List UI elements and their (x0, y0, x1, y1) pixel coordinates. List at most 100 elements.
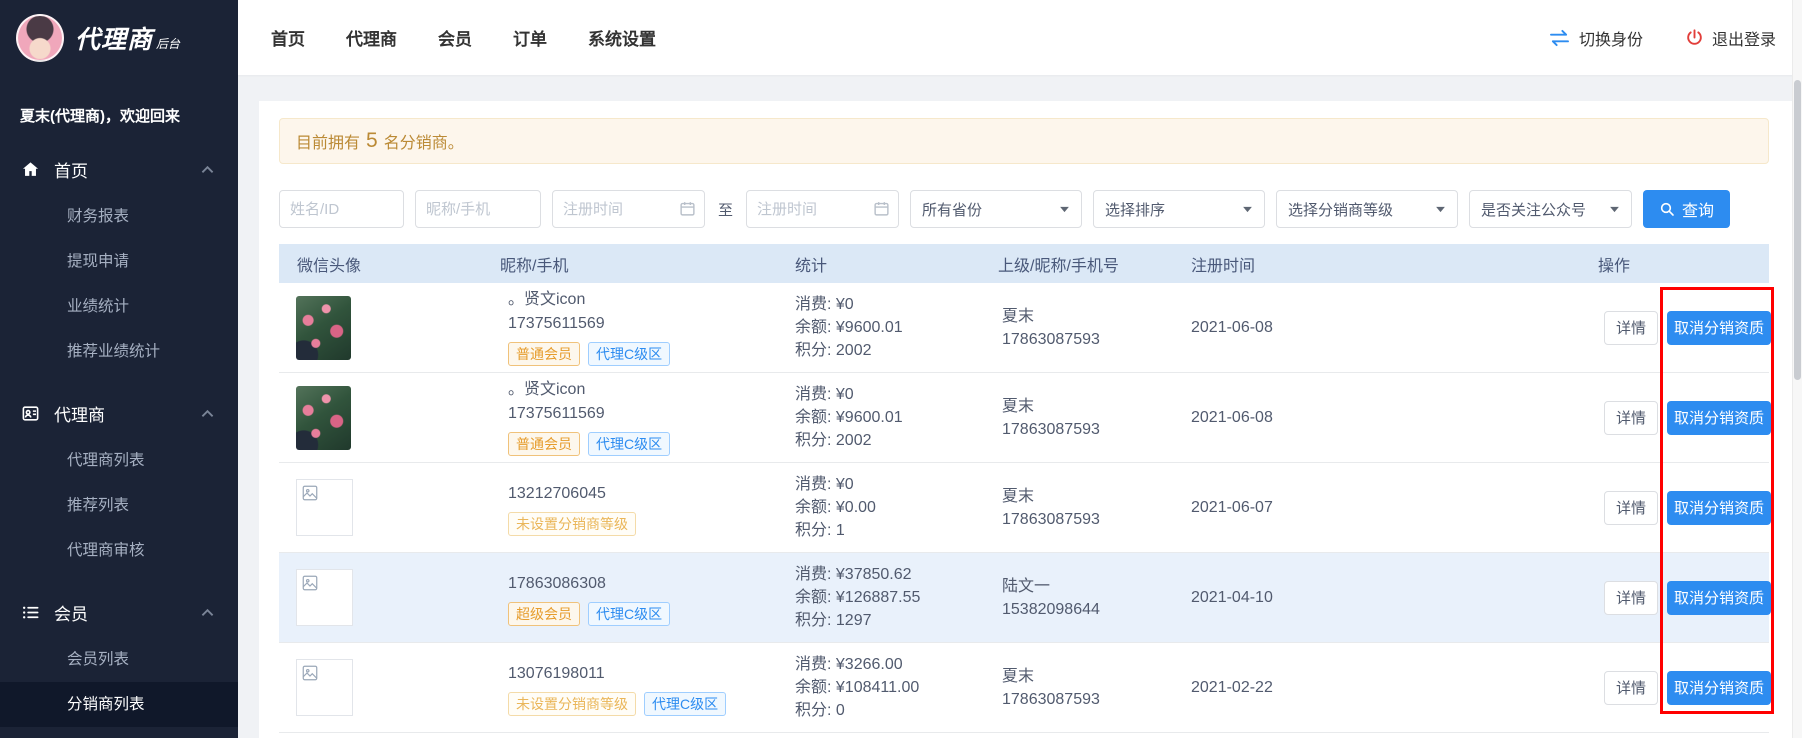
parent-name: 夏末 (1002, 485, 1191, 508)
distributor-level-select[interactable]: 选择分销商等级 (1276, 190, 1458, 228)
search-icon (1659, 201, 1675, 217)
parent-name: 夏末 (1002, 395, 1191, 418)
register-date: 2021-06-08 (1191, 319, 1598, 337)
stat-balance: 余额: ¥0.00 (795, 496, 998, 519)
official-account-select[interactable]: 是否关注公众号 (1469, 190, 1632, 228)
calendar-icon[interactable] (679, 200, 696, 217)
name-id-input[interactable] (279, 190, 404, 228)
sidebar-section-home[interactable]: 首页 (0, 144, 238, 194)
cancel-distribution-button[interactable]: 取消分销资质 (1667, 671, 1771, 705)
main-area: 目前拥有 5 名分销商。 至 所有省份 (238, 75, 1802, 738)
column-header-parent: 上级/昵称/手机号 (998, 252, 1191, 276)
broken-avatar (296, 479, 353, 536)
tab-member[interactable]: 会员 (438, 25, 472, 50)
stat-points: 积分: 2002 (795, 429, 998, 452)
home-icon (21, 160, 41, 179)
stat-balance: 余额: ¥126887.55 (795, 586, 998, 609)
logout-button[interactable]: 退出登录 (1685, 26, 1776, 50)
sidebar-section-member[interactable]: 会员 (0, 587, 238, 637)
notice-prefix: 目前拥有 (296, 129, 360, 153)
sidebar-menu: 首页 财务报表 提现申请 业绩统计 推荐业绩统计 代理商 代理商列表 推荐列表 … (0, 144, 238, 727)
search-button[interactable]: 查询 (1643, 190, 1730, 228)
brand-title: 代理商 (75, 26, 153, 54)
wechat-avatar (296, 296, 351, 360)
sort-select[interactable]: 选择排序 (1093, 190, 1265, 228)
province-select-value: 所有省份 (922, 199, 982, 220)
chevron-down-icon (1435, 206, 1446, 213)
power-icon (1685, 28, 1704, 47)
table-row: 。贤文icon 17375611569 普通会员 代理C级区 消费: ¥0 余额… (279, 373, 1769, 463)
chevron-up-icon (201, 409, 214, 418)
stat-consume: 消费: ¥0 (795, 473, 998, 496)
stat-consume: 消费: ¥3266.00 (795, 653, 998, 676)
agent-zone-badge: 代理C级区 (588, 432, 670, 456)
filter-bar: 至 所有省份 选择排序 选择分销商等级 是否关注公众号 (279, 190, 1792, 228)
member-level-badge: 普通会员 (508, 432, 580, 456)
sidebar-section-label: 首页 (54, 157, 88, 182)
tab-home[interactable]: 首页 (271, 25, 305, 50)
table-row: 13212706045 未设置分销商等级 消费: ¥0 余额: ¥0.00 积分… (279, 463, 1769, 553)
parent-name: 陆文一 (1002, 575, 1191, 598)
chevron-down-icon (1609, 206, 1620, 213)
sidebar-section-label: 会员 (54, 600, 88, 625)
content-card: 目前拥有 5 名分销商。 至 所有省份 (259, 101, 1792, 738)
detail-button[interactable]: 详情 (1604, 581, 1658, 615)
sidebar-item-financial-reports[interactable]: 财务报表 (0, 194, 238, 239)
phone-number: 17863086308 (508, 572, 795, 595)
broken-image-icon (301, 484, 319, 502)
stat-points: 积分: 1 (795, 519, 998, 542)
detail-button[interactable]: 详情 (1604, 671, 1658, 705)
cancel-distribution-button[interactable]: 取消分销资质 (1667, 581, 1771, 615)
phone-number: 13212706045 (508, 482, 795, 505)
sidebar-item-performance-stats[interactable]: 业绩统计 (0, 284, 238, 329)
sidebar-item-member-list[interactable]: 会员列表 (0, 637, 238, 682)
to-label: 至 (716, 199, 735, 220)
chevron-up-icon (201, 608, 214, 617)
tab-system-settings[interactable]: 系统设置 (588, 25, 656, 50)
phone-number: 13076198011 (508, 662, 795, 685)
parent-name: 夏末 (1002, 305, 1191, 328)
cancel-distribution-button[interactable]: 取消分销资质 (1667, 491, 1771, 525)
distributor-level-select-value: 选择分销商等级 (1288, 199, 1393, 220)
sidebar-item-agent-list[interactable]: 代理商列表 (0, 438, 238, 483)
cancel-distribution-button[interactable]: 取消分销资质 (1667, 311, 1771, 345)
calendar-icon[interactable] (873, 200, 890, 217)
distributor-table: 微信头像 昵称/手机 统计 上级/昵称/手机号 注册时间 操作 。贤文icon … (279, 244, 1769, 733)
detail-button[interactable]: 详情 (1604, 491, 1658, 525)
chevron-up-icon (201, 165, 214, 174)
agent-zone-badge: 代理C级区 (588, 602, 670, 626)
stat-balance: 余额: ¥9600.01 (795, 316, 998, 339)
parent-phone: 17863087593 (1002, 418, 1191, 441)
swap-icon (1548, 29, 1571, 47)
cancel-distribution-button[interactable]: 取消分销资质 (1667, 401, 1771, 435)
sidebar-item-referral-list[interactable]: 推荐列表 (0, 483, 238, 528)
column-header-regtime: 注册时间 (1191, 252, 1598, 276)
broken-image-icon (301, 664, 319, 682)
scrollbar-thumb[interactable] (1794, 80, 1801, 380)
member-level-badge: 未设置分销商等级 (508, 512, 636, 536)
scrollbar[interactable] (1792, 0, 1802, 738)
nickname-phone-input[interactable] (415, 190, 541, 228)
agent-zone-badge: 代理C级区 (644, 692, 726, 716)
broken-avatar (296, 569, 353, 626)
sidebar-section-agent[interactable]: 代理商 (0, 388, 238, 438)
tab-agent[interactable]: 代理商 (346, 25, 397, 50)
nickname: 。贤文icon (508, 290, 795, 310)
official-account-select-value: 是否关注公众号 (1481, 199, 1586, 220)
agent-icon (21, 404, 41, 423)
sidebar-item-distributor-list[interactable]: 分销商列表 (0, 682, 238, 727)
logout-label: 退出登录 (1712, 26, 1776, 50)
notice-suffix: 名分销商。 (384, 129, 464, 153)
tab-order[interactable]: 订单 (513, 25, 547, 50)
switch-identity-button[interactable]: 切换身份 (1548, 26, 1643, 50)
detail-button[interactable]: 详情 (1604, 311, 1658, 345)
sidebar-item-referral-performance-stats[interactable]: 推荐业绩统计 (0, 329, 238, 374)
member-level-badge: 普通会员 (508, 342, 580, 366)
detail-button[interactable]: 详情 (1604, 401, 1658, 435)
province-select[interactable]: 所有省份 (910, 190, 1082, 228)
brand-avatar (16, 14, 64, 62)
sidebar-item-agent-review[interactable]: 代理商审核 (0, 528, 238, 573)
top-nav-tabs: 首页 代理商 会员 订单 系统设置 (238, 25, 656, 50)
sidebar-item-withdrawal-request[interactable]: 提现申请 (0, 239, 238, 284)
parent-phone: 15382098644 (1002, 598, 1191, 621)
